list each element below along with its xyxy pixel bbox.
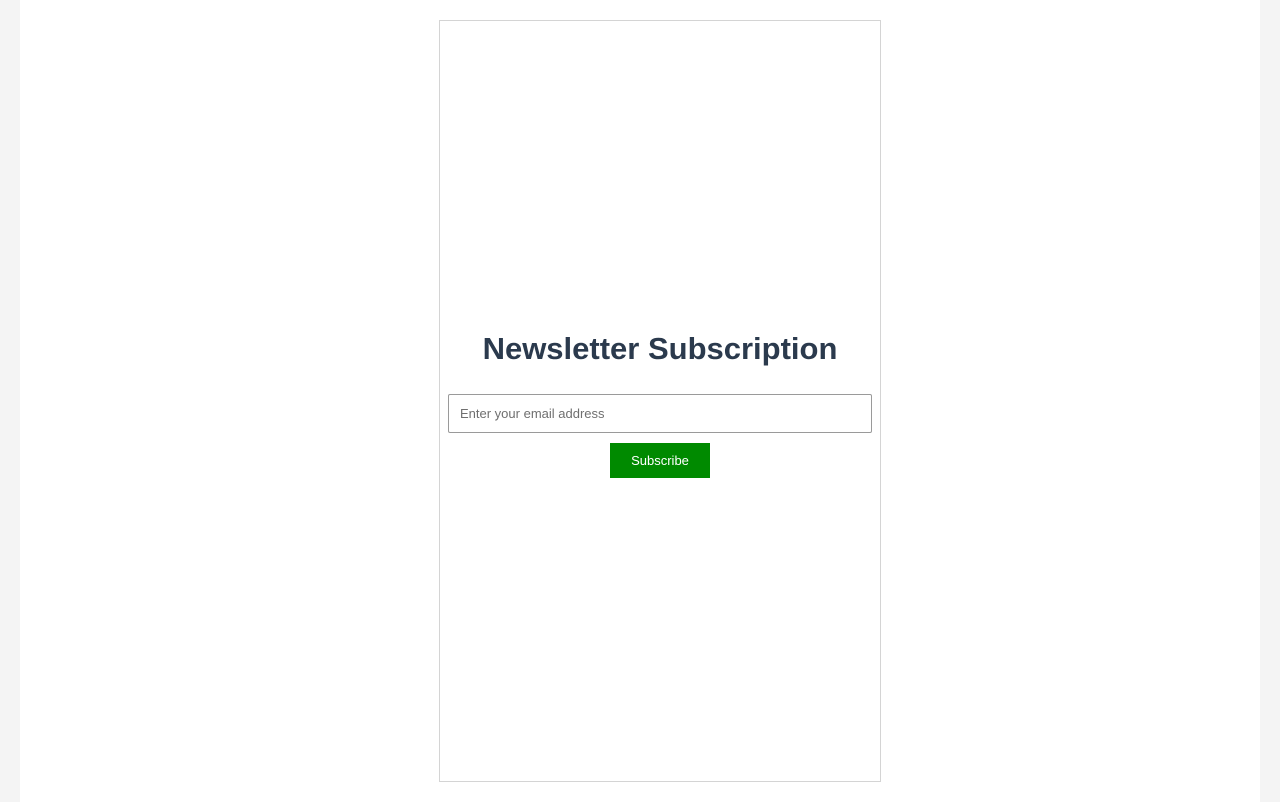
newsletter-title: Newsletter Subscription [482, 331, 838, 366]
email-input[interactable] [448, 394, 872, 433]
newsletter-card: Newsletter Subscription Subscribe [439, 20, 881, 782]
subscribe-button[interactable]: Subscribe [610, 443, 710, 478]
page-content: Newsletter Subscription Subscribe [20, 0, 1260, 802]
